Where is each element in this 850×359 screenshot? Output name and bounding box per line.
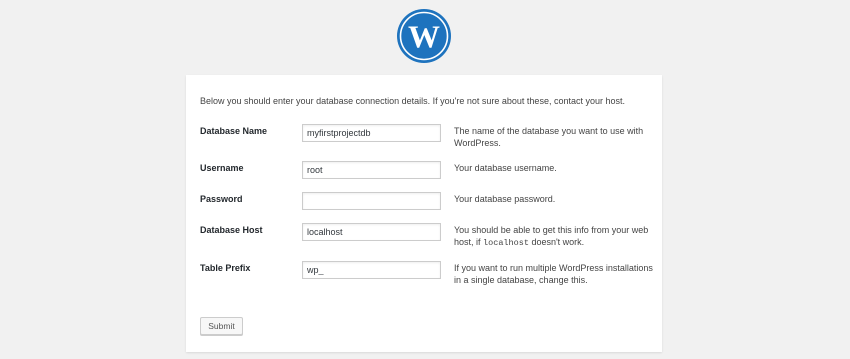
database-host-description-tail: doesn't work. bbox=[528, 236, 585, 247]
database-host-input[interactable] bbox=[302, 223, 441, 241]
database-name-description: The name of the database you want to use… bbox=[454, 126, 644, 148]
username-label: Username bbox=[200, 163, 244, 173]
svg-text:W: W bbox=[408, 19, 440, 55]
database-name-input[interactable] bbox=[302, 124, 441, 142]
password-description: Your database password. bbox=[454, 194, 556, 204]
table-prefix-label: Table Prefix bbox=[200, 263, 251, 273]
password-input[interactable] bbox=[302, 192, 441, 210]
table-prefix-input[interactable] bbox=[302, 261, 441, 279]
username-input[interactable] bbox=[302, 161, 441, 179]
setup-config-form: Below you should enter your database con… bbox=[186, 75, 662, 352]
database-name-label: Database Name bbox=[200, 126, 268, 136]
wordpress-logo-icon[interactable]: W bbox=[396, 8, 452, 64]
table-prefix-description: If you want to run multiple WordPress in… bbox=[454, 263, 653, 285]
intro-text: Below you should enter your database con… bbox=[200, 96, 625, 106]
username-description: Your database username. bbox=[454, 163, 557, 173]
password-label: Password bbox=[200, 194, 243, 204]
database-host-description: You should be able to get this info from… bbox=[454, 225, 654, 249]
database-host-label: Database Host bbox=[200, 225, 263, 235]
submit-button[interactable]: Submit bbox=[200, 317, 243, 335]
localhost-code: localhost bbox=[483, 237, 529, 248]
